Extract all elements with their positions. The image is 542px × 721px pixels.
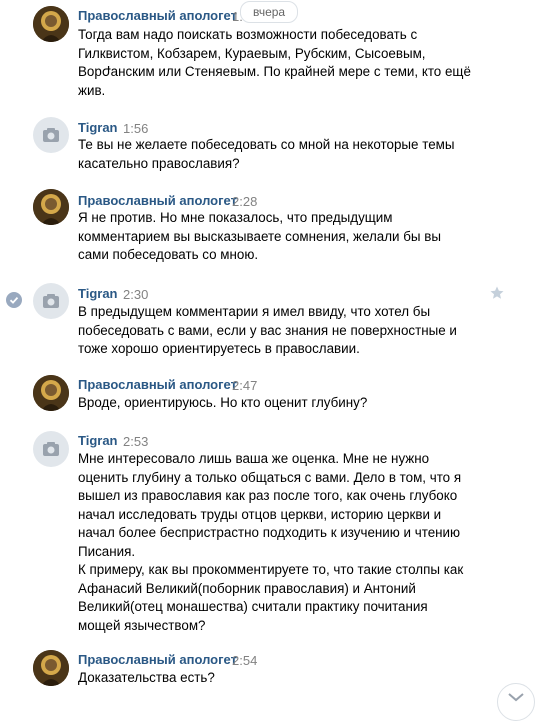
message-text: В предыдущем комментарии я имел ввиду, ч… bbox=[78, 304, 457, 356]
author-avatar[interactable] bbox=[33, 189, 69, 225]
author-name[interactable]: Православный апологет bbox=[78, 193, 237, 208]
author-name[interactable]: Tigran bbox=[78, 433, 118, 448]
camera-icon bbox=[43, 294, 59, 308]
message-time[interactable]: 2:53 bbox=[123, 434, 148, 449]
scroll-down-button[interactable] bbox=[497, 683, 535, 721]
author-name[interactable]: Православный апологет bbox=[78, 377, 237, 392]
message-time[interactable]: 2:47 bbox=[232, 378, 257, 393]
message-text: Вроде, ориентируюсь. Но кто оценит глуби… bbox=[78, 395, 368, 410]
author-name[interactable]: Tigran bbox=[78, 286, 118, 301]
message-time[interactable]: 2:28 bbox=[232, 194, 257, 209]
message-text: Мне интересовало лишь ваша же оценка. Мн… bbox=[78, 451, 464, 633]
star-icon[interactable] bbox=[489, 285, 505, 301]
camera-icon bbox=[43, 128, 59, 142]
author-name[interactable]: Tigran bbox=[78, 120, 118, 135]
author-avatar[interactable] bbox=[33, 6, 69, 42]
author-avatar[interactable] bbox=[33, 283, 69, 319]
message-time[interactable]: 2:54 bbox=[232, 653, 257, 668]
author-name[interactable]: Православный апологет bbox=[78, 8, 237, 23]
message-time[interactable]: 2:30 bbox=[123, 287, 148, 302]
author-avatar[interactable] bbox=[33, 375, 69, 411]
selected-check-icon[interactable] bbox=[6, 292, 22, 308]
camera-icon bbox=[43, 442, 59, 456]
author-avatar[interactable] bbox=[33, 117, 69, 153]
author-name[interactable]: Православный апологет bbox=[78, 652, 237, 667]
chevron-down-icon bbox=[508, 693, 524, 702]
message-text: Тогда вам надо поискать возможности побе… bbox=[78, 27, 471, 98]
date-separator: вчера bbox=[240, 1, 299, 23]
message-time[interactable]: 1:56 bbox=[123, 121, 148, 136]
message-text: Те вы не желаете побеседовать со мной на… bbox=[78, 137, 455, 171]
author-avatar[interactable] bbox=[33, 431, 69, 467]
message-text: Доказательства есть? bbox=[78, 670, 215, 685]
author-avatar[interactable] bbox=[33, 650, 69, 686]
message-text: Я не против. Но мне показалось, что пред… bbox=[78, 210, 442, 262]
